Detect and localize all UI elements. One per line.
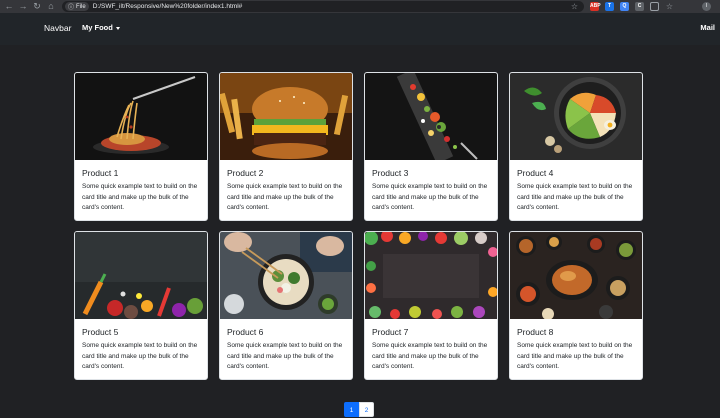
adblock-extension-icon[interactable]: ABP — [590, 2, 601, 11]
home-icon[interactable]: ⌂ — [44, 0, 58, 13]
caret-down-icon — [115, 26, 120, 30]
navbar-brand[interactable]: Navbar — [44, 23, 71, 33]
product-card[interactable]: Product 2 Some quick example text to bui… — [219, 72, 353, 221]
info-icon: ⓘ — [68, 5, 75, 11]
extensions-row: ABP T Q C ☆ — [590, 2, 674, 11]
site-info-chip[interactable]: ⓘ File — [65, 2, 89, 11]
card-text: Some quick example text to build on the … — [82, 342, 198, 370]
noodle-bowl-chopsticks-image — [220, 232, 352, 319]
page-navbar: Navbar My Food Mail — [0, 13, 720, 45]
card-text: Some quick example text to build on the … — [372, 342, 488, 370]
url-text[interactable]: D:/SWF_ilt/Responsive/New%20folder/index… — [93, 3, 243, 10]
flying-salad-image — [365, 73, 497, 160]
burger-fries-image — [220, 73, 352, 160]
reading-list-icon[interactable]: ☆ — [665, 2, 674, 11]
vegetables-spices-image — [75, 232, 207, 319]
card-title: Product 4 — [517, 168, 554, 178]
spaghetti-fork-image — [75, 73, 207, 160]
page-2-button[interactable]: 2 — [359, 402, 374, 417]
browser-toolbar: ← → ↻ ⌂ ⓘ File D:/SWF_ilt/Responsive/New… — [0, 0, 720, 13]
product-card[interactable]: Product 7 Some quick example text to bui… — [364, 231, 498, 380]
address-bar[interactable]: ⓘ File D:/SWF_ilt/Responsive/New%20folde… — [62, 1, 584, 12]
card-title: Product 8 — [517, 327, 554, 337]
mail-link[interactable]: Mail — [700, 23, 715, 32]
card-text: Some quick example text to build on the … — [372, 183, 488, 211]
card-text: Some quick example text to build on the … — [517, 183, 633, 211]
translate-extension-icon[interactable]: T — [605, 2, 614, 11]
card-text: Some quick example text to build on the … — [227, 183, 343, 211]
card-title: Product 3 — [372, 168, 409, 178]
product-card[interactable]: Product 5 Some quick example text to bui… — [74, 231, 208, 380]
q-extension-icon[interactable]: Q — [620, 2, 629, 11]
card-title: Product 2 — [227, 168, 264, 178]
card-title: Product 5 — [82, 327, 119, 337]
c-extension-icon[interactable]: C — [635, 2, 644, 11]
card-text: Some quick example text to build on the … — [82, 183, 198, 211]
card-text: Some quick example text to build on the … — [517, 342, 633, 370]
dropdown-label: My Food — [82, 23, 113, 32]
vegetable-frame-image — [365, 232, 497, 319]
card-title: Product 7 — [372, 327, 409, 337]
back-icon[interactable]: ← — [2, 0, 16, 13]
product-card[interactable]: Product 4 Some quick example text to bui… — [509, 72, 643, 221]
product-card[interactable]: Product 6 Some quick example text to bui… — [219, 231, 353, 380]
bookmark-star-icon[interactable]: ☆ — [571, 1, 578, 12]
product-card[interactable]: Product 1 Some quick example text to bui… — [74, 72, 208, 221]
extensions-puzzle-icon[interactable] — [650, 2, 659, 11]
forward-icon[interactable]: → — [16, 0, 30, 13]
pagination: 1 2 — [344, 402, 374, 417]
card-title: Product 1 — [82, 168, 119, 178]
site-chip-label: File — [76, 3, 86, 10]
product-card[interactable]: Product 8 Some quick example text to bui… — [509, 231, 643, 380]
healthy-bowl-image — [510, 73, 642, 160]
card-title: Product 6 — [227, 327, 264, 337]
my-food-dropdown[interactable]: My Food — [82, 23, 120, 32]
product-card[interactable]: Product 3 Some quick example text to bui… — [364, 72, 498, 221]
roast-dinner-spread-image — [510, 232, 642, 319]
profile-avatar[interactable]: I — [702, 2, 711, 11]
page-1-button[interactable]: 1 — [344, 402, 359, 417]
reload-icon[interactable]: ↻ — [30, 0, 44, 13]
card-text: Some quick example text to build on the … — [227, 342, 343, 370]
